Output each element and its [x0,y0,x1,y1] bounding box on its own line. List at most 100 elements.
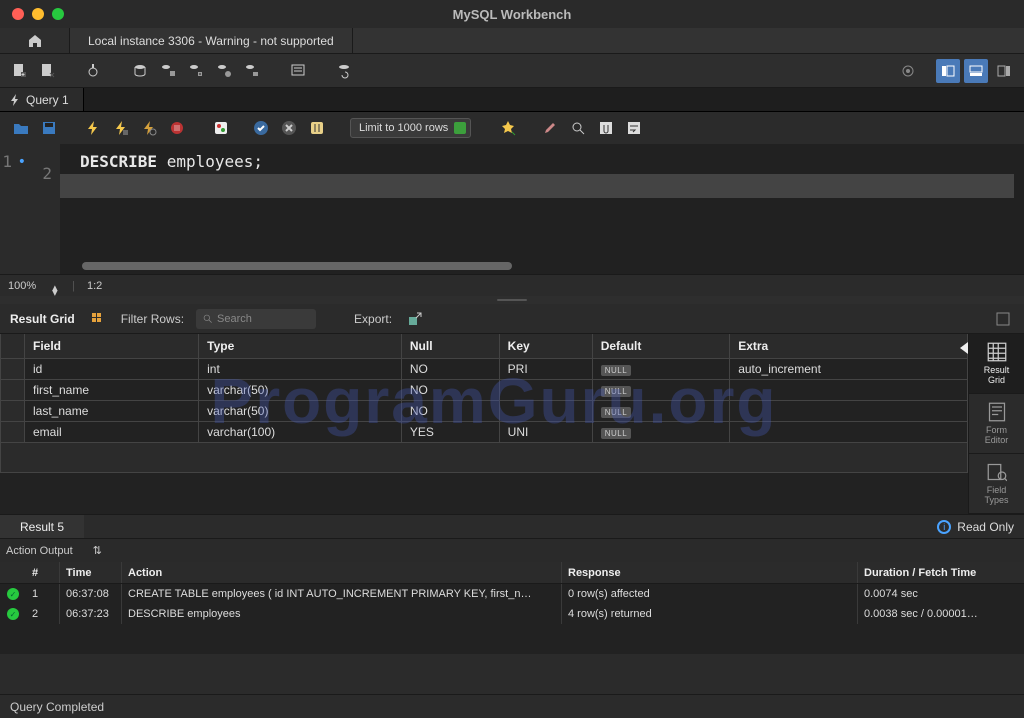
action-output-stepper[interactable]: ⇅ [93,544,102,557]
table-cell[interactable]: varchar(50) [199,401,402,422]
brush-icon[interactable] [539,117,561,139]
export-icon[interactable] [404,308,426,330]
table-cell[interactable]: YES [401,422,499,443]
minimize-window[interactable] [32,8,44,20]
table-cell[interactable]: NULL [592,380,730,401]
side-tab-form-editor[interactable]: Form Editor [969,394,1024,454]
splitter-1[interactable] [0,296,1024,304]
column-header[interactable]: Null [401,334,499,359]
table-cell[interactable]: NULL [592,359,730,380]
wrap-icon[interactable] [623,117,645,139]
commit-icon[interactable] [250,117,272,139]
result-grid-label: Result Grid [10,312,75,326]
status-ok-icon [7,588,19,600]
table-cell[interactable] [730,380,968,401]
column-header[interactable]: Extra [730,334,968,359]
autocommit-icon[interactable] [306,117,328,139]
table-row[interactable]: last_namevarchar(50)NO NULL [1,401,968,422]
table-cell[interactable]: varchar(50) [199,380,402,401]
sql-script-icon[interactable] [286,59,310,83]
main-toolbar [0,54,1024,88]
side-tab-result-grid[interactable]: Result Grid [969,334,1024,394]
code-area[interactable]: DESCRIBE employees; [60,144,1024,274]
settings-icon[interactable] [896,59,920,83]
open-sql-file-icon[interactable] [36,59,60,83]
table-cell[interactable] [730,422,968,443]
output-header: # Time Action Response Duration / Fetch … [0,562,1024,584]
query-tab-label: Query 1 [26,93,69,107]
table-cell[interactable]: NO [401,359,499,380]
table-cell[interactable] [499,401,592,422]
inspector-icon[interactable] [82,59,106,83]
connection-tabbar: Local instance 3306 - Warning - not supp… [0,28,1024,54]
table-cell[interactable]: NO [401,401,499,422]
db-icon-2[interactable] [156,59,180,83]
table-cell[interactable]: auto_increment [730,359,968,380]
zoom-stepper[interactable]: ▴▾ [52,281,60,291]
table-cell[interactable]: email [25,422,199,443]
panel-left-icon[interactable] [936,59,960,83]
invisibles-icon[interactable] [595,117,617,139]
table-row[interactable]: idintNOPRINULLauto_increment [1,359,968,380]
action-output: # Time Action Response Duration / Fetch … [0,562,1024,654]
output-row[interactable]: 206:37:23DESCRIBE employees4 row(s) retu… [0,604,1024,624]
table-cell[interactable]: last_name [25,401,199,422]
table-cell[interactable]: UNI [499,422,592,443]
result-tab[interactable]: Result 5 [0,515,84,538]
table-cell[interactable] [499,380,592,401]
db-icon-3[interactable] [184,59,208,83]
rollback-icon[interactable] [278,117,300,139]
grid-view-icon[interactable] [87,308,109,330]
table-cell[interactable]: PRI [499,359,592,380]
table-cell[interactable]: NO [401,380,499,401]
sql-editor[interactable]: 1 2 DESCRIBE employees; [0,144,1024,274]
close-window[interactable] [12,8,24,20]
side-tab-field-types[interactable]: Field Types [969,454,1024,514]
action-output-bar: Action Output ⇅ [0,538,1024,562]
table-row[interactable]: emailvarchar(100)YESUNINULL [1,422,968,443]
panel-right-icon[interactable] [992,59,1016,83]
column-header[interactable]: Key [499,334,592,359]
db-icon-4[interactable] [212,59,236,83]
filter-search-input[interactable]: Search [196,309,316,329]
table-cell[interactable]: NULL [592,422,730,443]
table-cell[interactable] [730,401,968,422]
db-icon-1[interactable] [128,59,152,83]
stop-icon[interactable] [166,117,188,139]
column-header[interactable]: Field [25,334,199,359]
result-side-tabs: Result GridForm EditorField Types [968,334,1024,514]
zoom-window[interactable] [52,8,64,20]
result-toolbar: Result Grid Filter Rows: Search Export: [0,304,1024,334]
db-refresh-icon[interactable] [332,59,356,83]
find-icon[interactable] [567,117,589,139]
panel-bottom-icon[interactable] [964,59,988,83]
explain-icon[interactable] [138,117,160,139]
editor-hscrollbar[interactable] [82,262,512,270]
query-tabbar: Query 1 [0,88,1024,112]
limit-rows-select[interactable]: Limit to 1000 rows [350,118,471,138]
output-row[interactable]: 106:37:08CREATE TABLE employees ( id INT… [0,584,1024,604]
db-icon-5[interactable] [240,59,264,83]
execute-current-icon[interactable] [110,117,132,139]
table-row[interactable]: first_namevarchar(50)NO NULL [1,380,968,401]
execute-icon[interactable] [82,117,104,139]
table-cell[interactable]: varchar(100) [199,422,402,443]
query-tab[interactable]: Query 1 [0,88,84,111]
beautify-icon[interactable] [497,117,519,139]
search-icon [202,313,213,324]
result-grid[interactable]: FieldTypeNullKeyDefaultExtraidintNOPRINU… [0,334,968,473]
table-cell[interactable]: int [199,359,402,380]
home-tab[interactable] [0,28,70,53]
table-cell[interactable]: first_name [25,380,199,401]
new-sql-file-icon[interactable] [8,59,32,83]
table-cell[interactable]: id [25,359,199,380]
open-file-icon[interactable] [10,117,32,139]
wrap-cell-icon[interactable] [992,308,1014,330]
column-header[interactable]: Default [592,334,730,359]
toggle-icon-1[interactable] [210,117,232,139]
connection-tab[interactable]: Local instance 3306 - Warning - not supp… [70,28,353,53]
sql-keyword: DESCRIBE [80,152,157,171]
table-cell[interactable]: NULL [592,401,730,422]
save-file-icon[interactable] [38,117,60,139]
column-header[interactable]: Type [199,334,402,359]
